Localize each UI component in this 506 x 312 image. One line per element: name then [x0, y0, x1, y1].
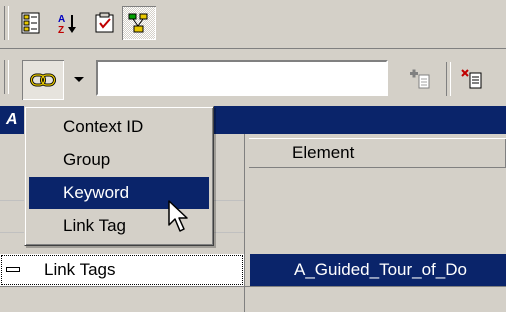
menu-item-label: Link Tag: [63, 216, 127, 235]
element-cell[interactable]: A_Guided_Tour_of_Do: [250, 254, 506, 286]
link-type-dropdown-button[interactable]: [66, 60, 92, 100]
remove-link-button[interactable]: [456, 62, 490, 96]
toolbar-grip[interactable]: [4, 6, 9, 40]
toolbar-grip[interactable]: [4, 60, 9, 94]
tree-row-label: Link Tags: [44, 260, 116, 279]
toolbar-separator: [446, 62, 451, 96]
svg-text:A: A: [58, 14, 65, 25]
checklist-icon: [95, 12, 114, 33]
remove-link-icon: [461, 69, 482, 89]
menu-item-label: Keyword: [63, 183, 130, 202]
menu-item-context-id[interactable]: Context ID: [29, 111, 209, 143]
link-input[interactable]: [96, 60, 388, 96]
collapse-icon[interactable]: [6, 267, 20, 272]
menu-item-group[interactable]: Group: [29, 144, 209, 176]
panel-title: A: [6, 111, 18, 128]
sort-az-icon: A Z: [58, 14, 76, 34]
structure-icon: [128, 13, 148, 33]
svg-text:Z: Z: [58, 25, 64, 34]
tree-row-link-tags[interactable]: Link Tags: [0, 254, 244, 286]
element-column-header[interactable]: Element: [248, 138, 506, 168]
mouse-pointer-icon: [168, 200, 188, 232]
checklist-button[interactable]: [88, 6, 122, 40]
structure-button[interactable]: [122, 6, 156, 40]
link-type-button[interactable]: [22, 60, 64, 100]
element-column: [248, 168, 506, 312]
element-column-header-label: Element: [292, 143, 355, 162]
chain-link-icon: [30, 73, 56, 87]
chevron-down-icon: [74, 77, 84, 82]
toolbar-top: A Z: [0, 0, 506, 49]
menu-item-label: Group: [63, 150, 111, 169]
element-cell-value: A_Guided_Tour_of_Do: [294, 260, 467, 279]
menu-item-label: Context ID: [63, 117, 144, 136]
grid-row-line: [0, 286, 506, 287]
add-link-icon: [410, 69, 430, 89]
add-link-button[interactable]: [404, 62, 438, 96]
properties-button[interactable]: [14, 6, 48, 40]
sort-az-button[interactable]: A Z: [50, 6, 84, 40]
properties-icon: [21, 12, 40, 34]
